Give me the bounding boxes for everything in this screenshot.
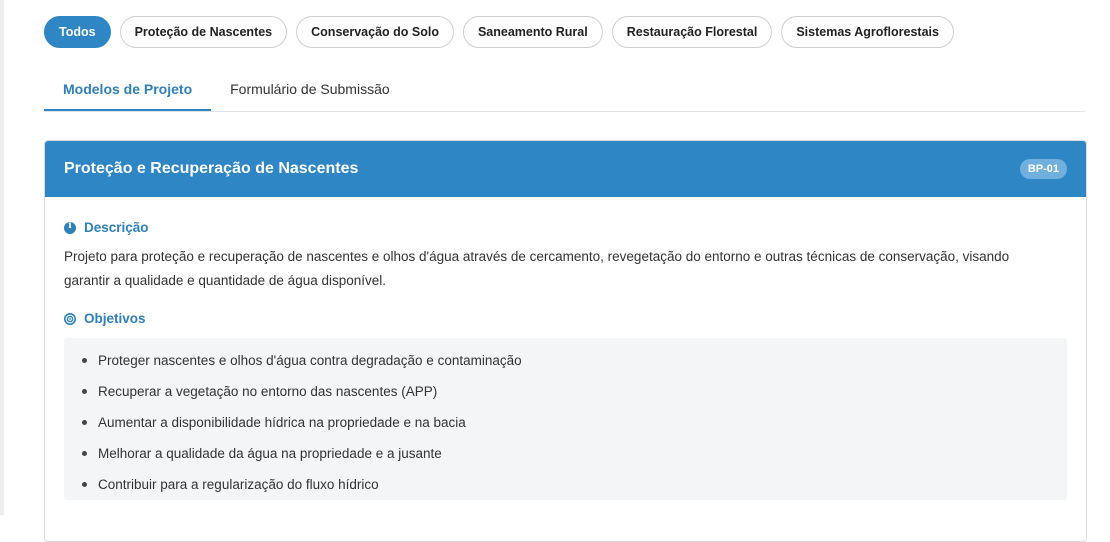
filter-chip-sistemas-agroflorestais[interactable]: Sistemas Agroflorestais xyxy=(781,16,954,48)
filter-bar: Todos Proteção de Nascentes Conservação … xyxy=(44,16,954,48)
filter-chip-protecao-nascentes[interactable]: Proteção de Nascentes xyxy=(119,16,288,48)
card-body: Descrição Projeto para proteção e recupe… xyxy=(45,220,1086,500)
objectives-title: Objetivos xyxy=(84,311,146,326)
objectives-heading: Objetivos xyxy=(64,311,1067,326)
list-item: Contribuir para a regularização do fluxo… xyxy=(64,469,1067,500)
filter-chip-saneamento-rural[interactable]: Saneamento Rural xyxy=(462,16,603,48)
filter-chip-conservacao-solo[interactable]: Conservação do Solo xyxy=(296,16,454,48)
tab-bar: Modelos de Projeto Formulário de Submiss… xyxy=(44,68,1085,112)
description-text: Projeto para proteção e recuperação de n… xyxy=(64,249,1010,288)
bullet-icon xyxy=(82,482,87,487)
card-title: Proteção e Recuperação de Nascentes xyxy=(64,160,359,177)
bullet-icon xyxy=(82,389,87,394)
objective-text: Recuperar a vegetação no entorno das nas… xyxy=(98,384,438,399)
list-item: Aumentar a disponibilidade hídrica na pr… xyxy=(64,407,1067,438)
description-title: Descrição xyxy=(84,220,149,235)
project-code-badge: BP-01 xyxy=(1019,159,1067,179)
objective-text: Aumentar a disponibilidade hídrica na pr… xyxy=(98,415,466,430)
tab-formulario-de-submissao[interactable]: Formulário de Submissão xyxy=(211,68,409,110)
description-heading: Descrição xyxy=(64,220,1067,235)
bullet-icon xyxy=(82,358,87,363)
card-header[interactable]: Proteção e Recuperação de Nascentes BP-0… xyxy=(45,141,1086,197)
filter-chip-todos[interactable]: Todos xyxy=(44,16,111,48)
target-icon xyxy=(64,312,76,325)
objective-text: Contribuir para a regularização do fluxo… xyxy=(98,477,379,492)
objective-text: Proteger nascentes e olhos d'água contra… xyxy=(98,353,522,368)
list-item: Melhorar a qualidade da água na propried… xyxy=(64,438,1067,469)
list-item: Recuperar a vegetação no entorno das nas… xyxy=(64,376,1067,407)
list-item: Proteger nascentes e olhos d'água contra… xyxy=(64,345,1067,376)
filter-chip-restauracao-florestal[interactable]: Restauração Florestal xyxy=(611,16,773,48)
left-edge xyxy=(0,0,4,515)
objectives-list: Proteger nascentes e olhos d'água contra… xyxy=(64,338,1067,500)
info-icon xyxy=(64,221,76,234)
bullet-icon xyxy=(82,451,87,456)
objective-text: Melhorar a qualidade da água na propried… xyxy=(98,446,442,461)
bullet-icon xyxy=(82,420,87,425)
project-card: Proteção e Recuperação de Nascentes BP-0… xyxy=(44,140,1087,542)
tab-modelos-de-projeto[interactable]: Modelos de Projeto xyxy=(44,68,212,111)
